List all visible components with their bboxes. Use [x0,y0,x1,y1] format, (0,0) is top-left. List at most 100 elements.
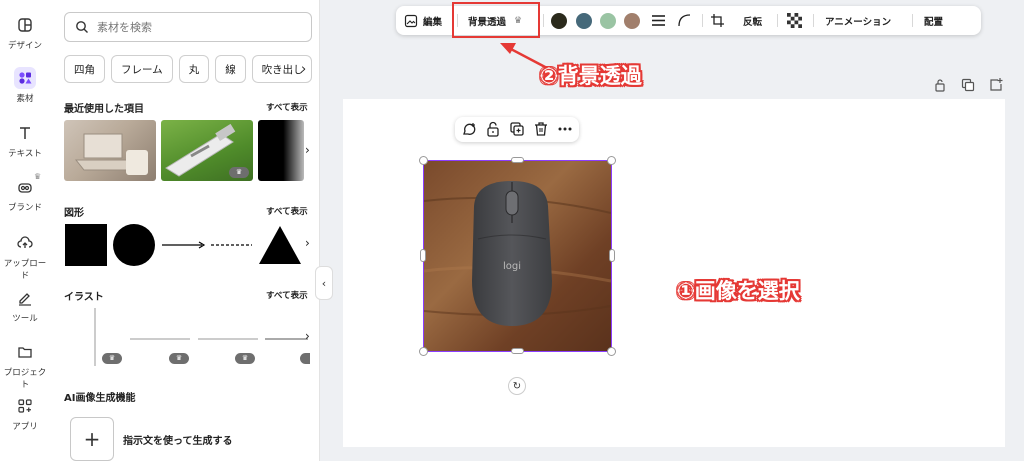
chevron-right-icon[interactable]: › [305,143,310,157]
lock-icon[interactable] [485,121,501,137]
rotate-icon: ↻ [512,380,522,392]
arrow-line-shape[interactable] [162,241,206,249]
annotation-step1: ①画像を選択 [677,279,800,303]
comment-add-icon[interactable] [461,121,477,137]
trash-icon[interactable] [533,121,549,137]
annotation-highlight-box [452,2,540,38]
resize-handle-left[interactable] [420,249,426,262]
circle-shape[interactable] [113,224,155,266]
border-style-icon[interactable] [652,15,665,26]
rail-item-design[interactable]: デザイン [0,14,50,51]
arrow-head-icon [500,43,516,54]
ai-generate-plus-button[interactable]: + [70,417,114,461]
apps-icon [14,395,36,417]
upload-icon [14,232,36,254]
chip-line[interactable]: 線 [215,55,246,83]
flip-button[interactable]: 反転 [743,6,762,35]
elements-icon [14,67,36,89]
rail-item-projects[interactable]: プロジェクト [0,341,50,390]
color-swatch-4[interactable] [624,13,640,29]
rail-item-apps[interactable]: アプリ [0,395,50,432]
color-swatch-1[interactable] [551,13,567,29]
folder-icon [14,341,36,363]
divider [702,14,703,27]
premium-crown-icon [300,353,310,364]
rail-item-upload[interactable]: アップロード [0,232,50,281]
left-rail: デザイン 素材 テキスト ♛ ブランド アップロード ツール プロジェクト アプ… [0,0,50,461]
ai-generate-label[interactable]: 指示文を使って生成する [123,432,233,447]
recent-see-all-link[interactable]: すべて表示 [266,101,308,113]
resize-handle-bottom[interactable] [511,348,524,354]
rail-label: 素材 [16,94,34,104]
crop-icon[interactable] [711,14,724,27]
search-box[interactable] [64,12,312,42]
shapes-see-all-link[interactable]: すべて表示 [266,205,308,217]
lock-page-icon[interactable] [933,78,947,92]
draw-icon [14,287,36,309]
chip-frame[interactable]: フレーム [111,55,173,83]
premium-crown-icon: ♛ [235,353,255,364]
recent-section-title: 最近使用した項目 [64,104,144,115]
color-swatch-3[interactable] [600,13,616,29]
resize-handle-top-left[interactable] [419,156,428,165]
illustration-section-title: イラスト [64,292,104,303]
resize-handle-bottom-right[interactable] [607,347,616,356]
divider [813,14,814,27]
premium-crown-icon: ♛ [102,353,122,364]
rail-item-tools[interactable]: ツール [0,287,50,324]
position-button[interactable]: 配置 [924,6,943,35]
resize-handle-top-right[interactable] [607,156,616,165]
chevron-left-icon: ‹ [321,276,327,290]
illustration-see-all-link[interactable]: すべて表示 [266,289,308,301]
rail-item-brand[interactable]: ♛ ブランド [0,172,50,213]
color-swatch-2[interactable] [576,13,592,29]
recent-thumb-usb[interactable]: ♛ [161,120,253,181]
rail-label: テキスト [8,149,42,159]
animate-button[interactable]: アニメーション [825,6,891,35]
text-icon [14,122,36,144]
triangle-shape[interactable] [259,226,301,264]
corner-rounding-icon[interactable] [678,14,691,27]
rail-label: ブランド [7,203,42,213]
resize-handle-right[interactable] [609,249,615,262]
premium-crown-icon: ♛ [229,167,249,178]
add-page-icon[interactable] [989,78,1003,92]
recent-thumb-laptop[interactable] [64,120,156,181]
chip-square[interactable]: 四角 [64,55,105,83]
rotate-handle[interactable]: ↻ [508,377,526,395]
image-edit-icon [404,14,418,27]
rail-item-elements[interactable]: 素材 [0,67,50,104]
square-shape[interactable] [65,224,107,266]
ai-section-title: AI画像生成機能 [64,393,136,404]
chip-circle[interactable]: 丸 [178,55,210,83]
element-context-toolbar [455,117,579,142]
edit-label: 編集 [423,16,443,28]
chevron-right-icon[interactable]: › [305,236,310,250]
rail-label: デザイン [7,41,42,51]
plus-icon: + [83,427,101,451]
recent-thumb-gradient[interactable] [258,120,304,181]
chevron-right-icon[interactable]: › [305,329,310,343]
rail-item-text[interactable]: テキスト [0,122,50,159]
duplicate-page-icon[interactable] [961,78,975,92]
elements-panel: 四角 フレーム 丸 線 吹き出し › 最近使用した項目 すべて表示 ♛ › 図形… [50,0,320,461]
search-input[interactable] [97,20,297,34]
rail-label: アプリ [12,422,38,432]
selection-frame [423,160,612,352]
edit-image-button[interactable]: 編集 [404,6,442,35]
resize-handle-top[interactable] [511,157,524,163]
premium-crown-icon: ♛ [169,353,189,364]
shapes-row [65,224,301,266]
collapse-panel-button[interactable]: ‹ [315,266,333,300]
resize-handle-bottom-left[interactable] [419,347,428,356]
rail-label: ツール [12,314,38,324]
duplicate-icon[interactable] [509,121,525,137]
more-icon[interactable] [557,121,573,137]
category-chips: 四角 フレーム 丸 線 吹き出し [64,55,312,83]
brand-icon [14,176,36,198]
layout-icon [14,14,36,36]
chevron-right-icon[interactable]: › [301,62,306,77]
rail-label: アップロード [3,259,47,281]
illustration-lines [94,308,308,366]
transparency-icon[interactable] [787,13,802,28]
